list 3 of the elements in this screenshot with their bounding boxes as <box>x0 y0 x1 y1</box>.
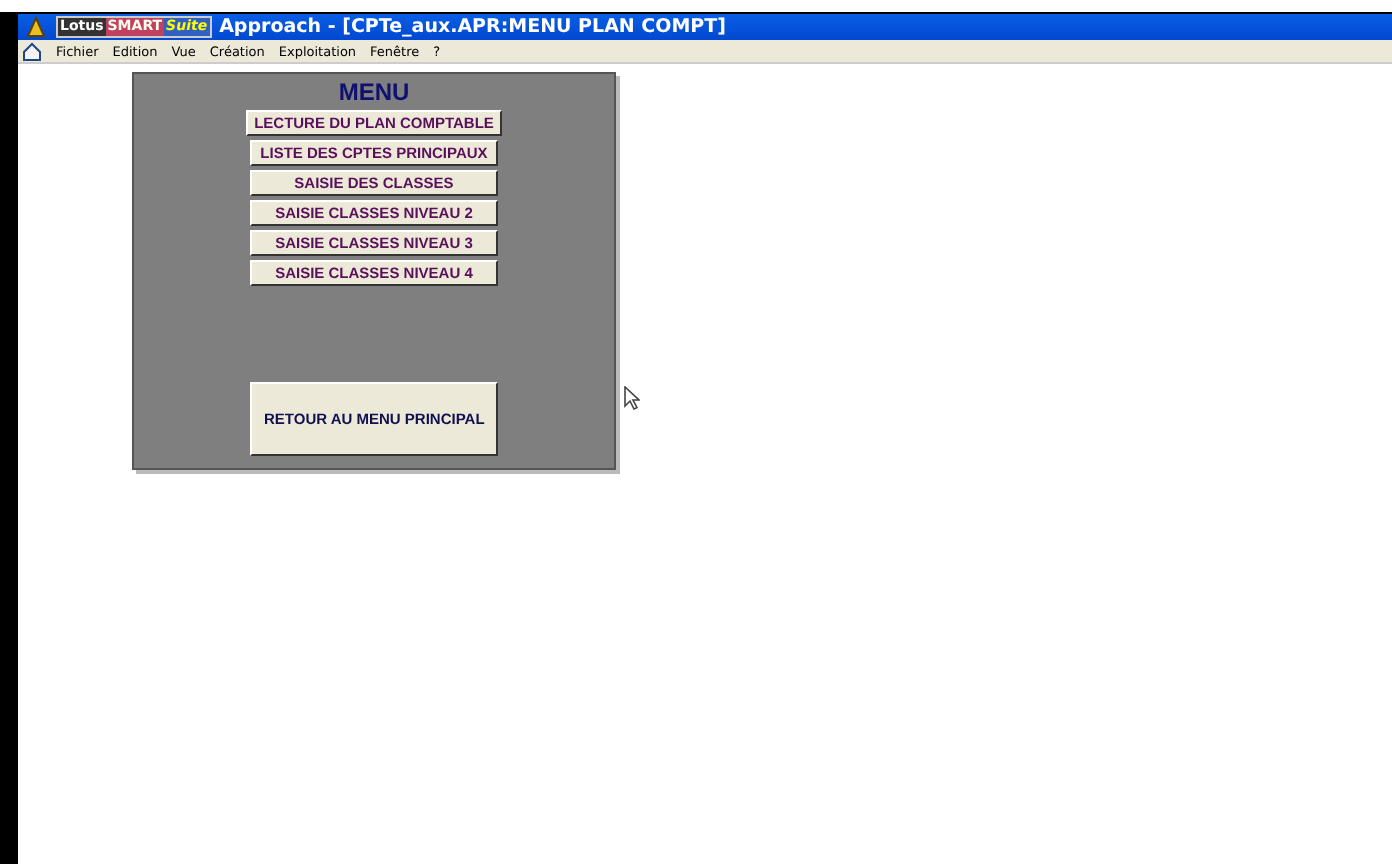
panel-title: MENU <box>338 78 410 106</box>
mouse-cursor-icon <box>624 386 640 410</box>
window-title: Approach - [CPTe_aux.APR:MENU PLAN COMPT] <box>219 16 726 38</box>
